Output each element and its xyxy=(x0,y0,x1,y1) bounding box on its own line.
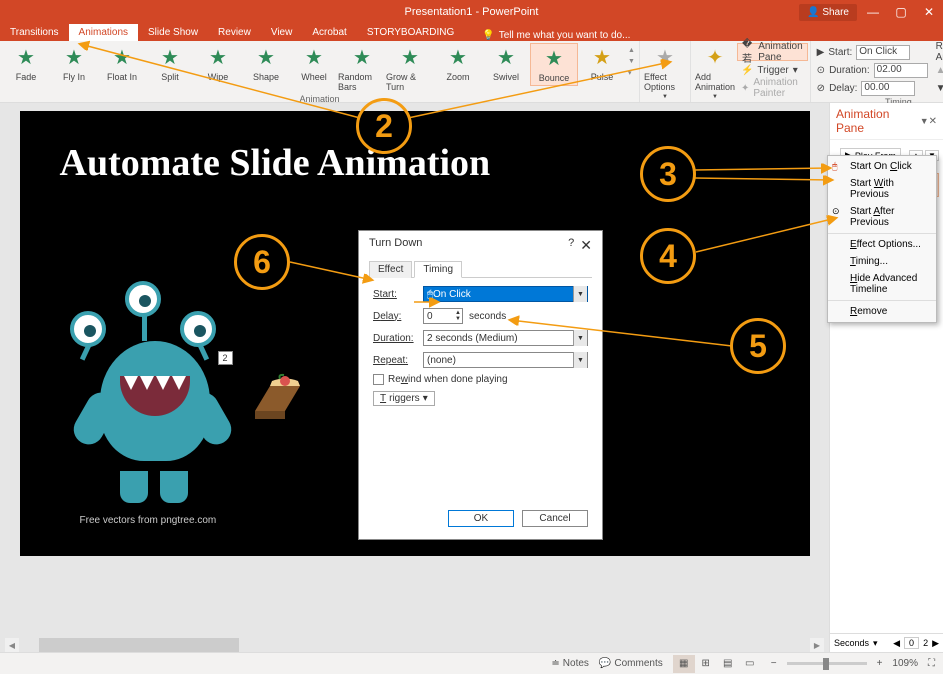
anim-wipe[interactable]: ★Wipe xyxy=(194,43,242,84)
effect-options-button[interactable]: ★Effect Options▼ xyxy=(642,43,688,102)
annotation-3: 3 xyxy=(640,146,696,202)
minimize-button[interactable]: — xyxy=(859,0,887,24)
annotation-2: 2 xyxy=(356,98,412,154)
anim-wheel[interactable]: ★Wheel xyxy=(290,43,338,84)
animpane-dropdown-icon[interactable]: ▼ xyxy=(920,116,929,126)
anim-flyin[interactable]: ★Fly In xyxy=(50,43,98,84)
sorter-view-icon[interactable]: ⊞ xyxy=(695,655,717,673)
animpane-footer: Seconds▾ ◀ 0 2▶ xyxy=(830,633,943,652)
ribbon-tabs: Transitions Animations Slide Show Review… xyxy=(0,24,943,41)
annotation-5: 5 xyxy=(730,318,786,374)
animation-pane-button[interactable]: �若 Animation Pane xyxy=(737,43,808,61)
animpane-close-icon[interactable]: ✕ xyxy=(929,116,937,127)
horizontal-scrollbar[interactable]: ◀▶ xyxy=(5,638,824,652)
tab-storyboarding[interactable]: STORYBOARDING xyxy=(357,24,464,41)
tab-animations[interactable]: Animations xyxy=(69,24,138,41)
timing-start-select[interactable]: On Click xyxy=(856,45,910,60)
cake-picture[interactable] xyxy=(250,371,310,421)
ribbon: ★Fade ★Fly In ★Float In ★Split ★Wipe ★Sh… xyxy=(0,41,943,103)
status-bar: ≐ Notes 💬 Comments ▦ ⊞ ▤ ▭ − + 109% ⛶ xyxy=(0,652,943,674)
tab-view[interactable]: View xyxy=(261,24,303,41)
reorder-label: Reorder Animation xyxy=(932,43,943,61)
animation-tag[interactable]: 2 xyxy=(218,351,233,365)
notes-button[interactable]: ≐ Notes xyxy=(551,658,589,669)
dlg-start-combo[interactable]: 🖱 On Click▼ xyxy=(423,286,588,302)
timing-dialog: Turn Down?✕ Effect Timing Start: 🖱 On Cl… xyxy=(358,230,603,540)
dlg-delay-label: Delay: xyxy=(373,311,423,322)
add-animation-button[interactable]: ✦Add Animation▼ xyxy=(693,43,737,102)
dialog-close-icon[interactable]: ✕ xyxy=(580,237,592,254)
close-button[interactable]: ✕ xyxy=(915,0,943,24)
help-icon[interactable]: ? xyxy=(568,237,574,254)
seconds-dd-icon[interactable]: ▾ xyxy=(873,638,878,649)
reading-view-icon[interactable]: ▤ xyxy=(717,655,739,673)
share-button[interactable]: 👤 Share xyxy=(799,4,857,21)
cancel-button[interactable]: Cancel xyxy=(522,510,588,527)
zoom-out-icon[interactable]: − xyxy=(771,658,777,669)
ctx-start-withprev[interactable]: Start With Previous xyxy=(828,175,936,203)
annotation-6: 6 xyxy=(234,234,290,290)
ctx-hide-timeline[interactable]: Hide Advanced Timeline xyxy=(828,270,936,298)
tell-me-search[interactable]: 💡 Tell me what you want to do... xyxy=(464,30,630,41)
app-title: Presentation1 - PowerPoint xyxy=(405,6,539,18)
ok-button[interactable]: OK xyxy=(448,510,514,527)
timing-duration-row: ⊙ Duration: 02.00 xyxy=(813,61,932,79)
normal-view-icon[interactable]: ▦ xyxy=(673,655,695,673)
tab-slideshow[interactable]: Slide Show xyxy=(138,24,208,41)
anim-floatin[interactable]: ★Float In xyxy=(98,43,146,84)
dlg-start-label: Start: xyxy=(373,289,423,300)
dlg-repeat-label: Repeat: xyxy=(373,355,423,366)
animation-painter-button[interactable]: ✦ Animation Painter xyxy=(737,79,808,97)
timing-start-row: ▶ Start: On Click xyxy=(813,43,932,61)
zoom-in-icon[interactable]: + xyxy=(877,658,883,669)
anim-growturn[interactable]: ★Grow & Turn xyxy=(386,43,434,94)
dlg-duration-label: Duration: xyxy=(373,333,423,344)
annotation-4: 4 xyxy=(640,228,696,284)
dlg-duration-combo[interactable]: 2 seconds (Medium)▼ xyxy=(423,330,588,346)
anim-pulse[interactable]: ★Pulse xyxy=(578,43,626,84)
tab-acrobat[interactable]: Acrobat xyxy=(302,24,356,41)
dialog-tab-timing[interactable]: Timing xyxy=(414,261,462,278)
anim-randombars[interactable]: ★Random Bars xyxy=(338,43,386,94)
zoom-level[interactable]: 109% xyxy=(892,658,918,669)
timing-delay-input[interactable]: 00.00 xyxy=(861,81,915,96)
comments-button[interactable]: 💬 Comments xyxy=(599,658,663,669)
anim-fade[interactable]: ★Fade xyxy=(2,43,50,84)
move-later-button[interactable]: ▼ Move Later xyxy=(932,79,943,97)
zoom-slider[interactable] xyxy=(787,662,867,665)
credit-text: Free vectors from pngtree.com xyxy=(80,515,217,526)
timing-delay-row: ⊘ Delay: 00.00 xyxy=(813,79,932,97)
anim-shape[interactable]: ★Shape xyxy=(242,43,290,84)
dlg-delay-spinner[interactable]: 0▲▼ xyxy=(423,308,463,324)
gallery-more-icon[interactable]: ▲▼▾ xyxy=(626,43,637,81)
ctx-start-afterprev[interactable]: ⊙Start After Previous xyxy=(828,203,936,231)
animpane-title: Animation Pane▼✕ xyxy=(830,103,943,140)
move-earlier-button[interactable]: ▲ Move Earlier xyxy=(932,61,943,79)
dialog-titlebar[interactable]: Turn Down?✕ xyxy=(359,231,602,260)
timing-duration-input[interactable]: 02.00 xyxy=(874,63,928,78)
tab-review[interactable]: Review xyxy=(208,24,261,41)
tab-transitions[interactable]: Transitions xyxy=(0,24,69,41)
title-bar: Presentation1 - PowerPoint Sign in ▭ 👤 S… xyxy=(0,0,943,24)
anim-split[interactable]: ★Split xyxy=(146,43,194,84)
slideshow-view-icon[interactable]: ▭ xyxy=(739,655,761,673)
restore-button[interactable]: ▢ xyxy=(887,0,915,24)
dlg-repeat-combo[interactable]: (none)▼ xyxy=(423,352,588,368)
ctx-remove[interactable]: Remove xyxy=(828,303,936,320)
fit-window-icon[interactable]: ⛶ xyxy=(928,658,935,669)
context-menu: 🖱Start On Click Start With Previous ⊙Sta… xyxy=(827,155,937,323)
dlg-triggers-button[interactable]: Triggers ▾ xyxy=(373,391,435,406)
anim-bounce[interactable]: ★Bounce xyxy=(530,43,578,86)
dlg-delay-units: seconds xyxy=(469,311,506,322)
ctx-start-onclick[interactable]: 🖱Start On Click xyxy=(828,158,936,175)
anim-swivel[interactable]: ★Swivel xyxy=(482,43,530,84)
monster-picture[interactable] xyxy=(70,281,230,481)
ctx-effect-options[interactable]: Effect Options... xyxy=(828,236,936,253)
dlg-rewind-checkbox[interactable]: Rewind when done playing xyxy=(373,374,588,385)
ctx-timing[interactable]: Timing... xyxy=(828,253,936,270)
anim-zoom[interactable]: ★Zoom xyxy=(434,43,482,84)
dialog-tab-effect[interactable]: Effect xyxy=(369,261,412,278)
